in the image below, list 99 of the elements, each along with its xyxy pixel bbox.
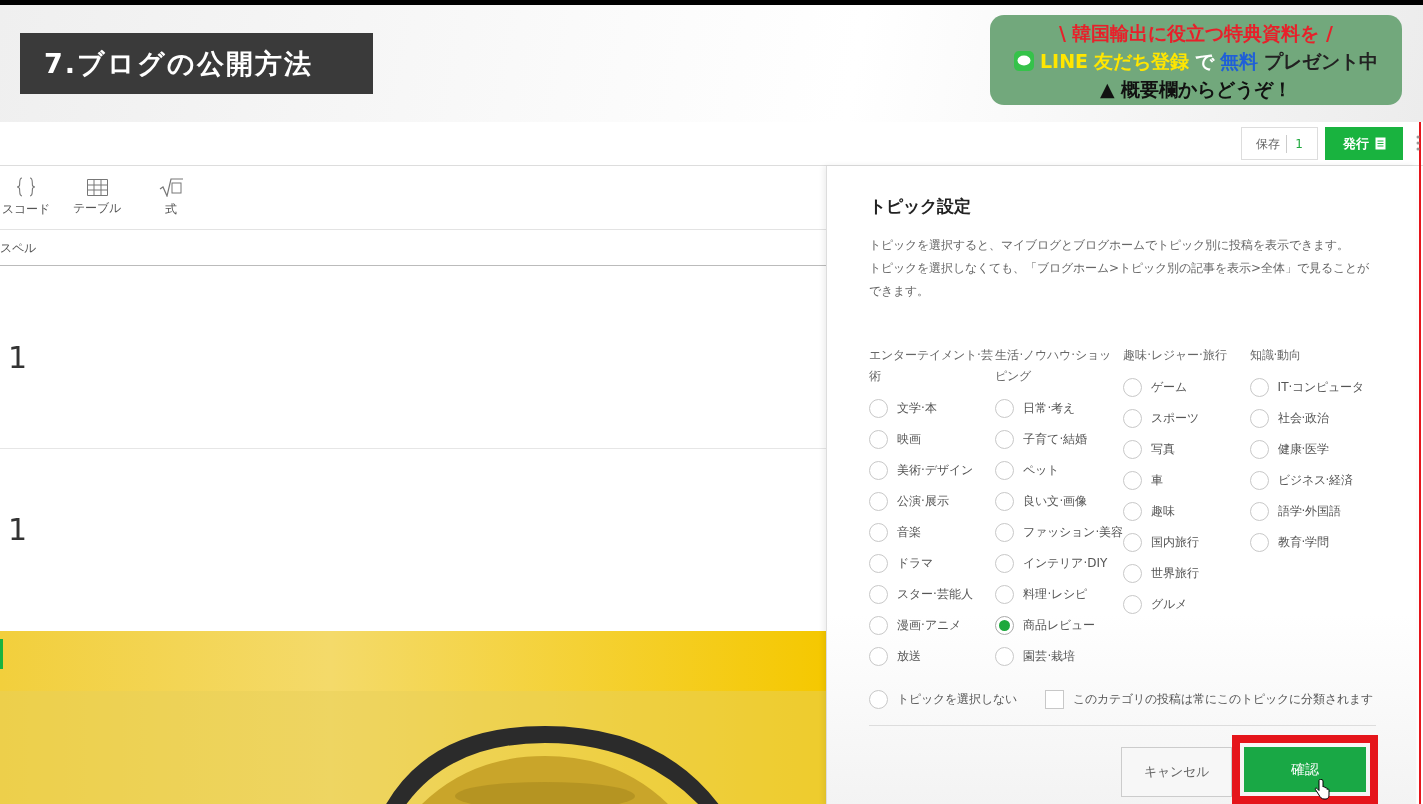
- pointer-cursor-icon: [1314, 779, 1330, 800]
- topic-option[interactable]: 美術·デザイン: [869, 454, 973, 486]
- radio-button[interactable]: [1249, 501, 1269, 521]
- body-text: 1: [8, 510, 28, 549]
- radio-button[interactable]: [1249, 470, 1269, 490]
- topic-option[interactable]: 料理·レシピ: [995, 578, 1088, 610]
- radio-button[interactable]: [1123, 439, 1143, 459]
- radio-button[interactable]: [995, 398, 1015, 418]
- chat-app-icon: [1013, 51, 1034, 71]
- promo-text: プレゼント中: [1264, 49, 1379, 74]
- topic-option[interactable]: 世界旅行: [1123, 557, 1200, 589]
- promo-text: で: [1195, 49, 1215, 74]
- toolbar-tool[interactable]: テーブル: [68, 178, 126, 217]
- topic-option[interactable]: 園芸·栽培: [995, 640, 1076, 672]
- body-text: 1: [8, 338, 28, 377]
- table-icon: [86, 178, 108, 196]
- topic-option[interactable]: 日常·考え: [995, 392, 1076, 424]
- description-text: トピックを選択しなくても、「ブログホーム>トピック別の記事を表示>全体」で見ることができます。: [869, 259, 1371, 300]
- topic-option[interactable]: 商品レビュー: [995, 609, 1096, 641]
- promo-text: 友だち登録: [1094, 49, 1190, 74]
- topic-option[interactable]: ビジネス·経済: [1249, 464, 1354, 496]
- section-title: 7.ブログの公開方法: [20, 33, 373, 94]
- radio-button[interactable]: [869, 491, 888, 511]
- radio-button[interactable]: [995, 491, 1015, 511]
- radio-button[interactable]: [1123, 377, 1143, 397]
- topic-option[interactable]: 社会·政治: [1249, 402, 1330, 434]
- radio-button[interactable]: [995, 646, 1015, 666]
- topic-option[interactable]: ファッション·美容: [995, 516, 1124, 548]
- no-topic-option[interactable]: トピックを選択しない: [869, 689, 1017, 709]
- topic-option[interactable]: 国内旅行: [1123, 526, 1200, 558]
- fixed-topic-option[interactable]: このカテゴリの投稿は常にこのトピックに分類されます: [1045, 689, 1373, 709]
- promo-text: LINE: [1039, 49, 1089, 74]
- radio-button[interactable]: [1249, 532, 1269, 552]
- radio-button[interactable]: [869, 460, 888, 480]
- topic-option[interactable]: 語学·外国語: [1249, 495, 1342, 527]
- radio-button[interactable]: [1249, 408, 1269, 428]
- topic-option[interactable]: ペット: [995, 454, 1060, 486]
- topic-option[interactable]: ゲーム: [1123, 371, 1188, 403]
- radio-button[interactable]: [995, 553, 1015, 573]
- topic-option[interactable]: 映画: [869, 423, 921, 455]
- toolbar-tool[interactable]: 式: [142, 177, 200, 218]
- save-button[interactable]: 保存 1: [1241, 127, 1318, 160]
- cancel-button[interactable]: キャンセル: [1121, 746, 1232, 797]
- promo-text: ▲ 概要欄からどうぞ！: [1099, 77, 1293, 102]
- radio-button[interactable]: [869, 689, 888, 709]
- topic-option[interactable]: 公演·展示: [869, 485, 949, 517]
- topic-option[interactable]: ドラマ: [869, 547, 933, 579]
- promo-text: 無料: [1220, 49, 1259, 74]
- topic-option[interactable]: 漫画·アニメ: [869, 609, 961, 641]
- radio-button[interactable]: [869, 553, 888, 573]
- radio-button[interactable]: [1123, 470, 1143, 490]
- radio-button[interactable]: [869, 522, 888, 542]
- topic-option[interactable]: 子育て·結婚: [995, 423, 1088, 455]
- topic-option[interactable]: 放送: [869, 640, 921, 672]
- topic-option[interactable]: 健康·医学: [1249, 433, 1330, 465]
- braces-icon: [16, 177, 36, 197]
- radio-button[interactable]: [869, 398, 888, 418]
- topic-option[interactable]: スポーツ: [1123, 402, 1200, 434]
- topic-option[interactable]: 車: [1123, 464, 1164, 496]
- more-options-icon[interactable]: [1416, 135, 1420, 151]
- radio-button[interactable]: [869, 615, 888, 635]
- category-heading: 趣味·レジャー·旅行: [1123, 346, 1228, 364]
- radio-button[interactable]: [1123, 501, 1143, 521]
- document-icon: [1374, 137, 1386, 150]
- toolbar-tool[interactable]: スコード: [0, 177, 52, 218]
- radio-button[interactable]: [1123, 594, 1143, 614]
- topic-option[interactable]: 良い文·画像: [995, 485, 1088, 517]
- radio-button[interactable]: [995, 429, 1015, 449]
- square-root-icon: [158, 177, 184, 197]
- radio-button[interactable]: [1123, 563, 1143, 583]
- topic-option[interactable]: IT·コンピュータ: [1249, 371, 1365, 403]
- topic-option[interactable]: 音楽: [869, 516, 921, 548]
- category-heading: エンターテイメント·芸術: [869, 346, 994, 385]
- radio-button[interactable]: [1123, 532, 1143, 552]
- spellcheck-label[interactable]: スペル: [0, 238, 36, 257]
- dialog-title: トピック設定: [869, 195, 972, 218]
- topic-option[interactable]: 文学·本: [869, 392, 937, 424]
- topic-option[interactable]: スター·芸能人: [869, 578, 973, 610]
- radio-button[interactable]: [1249, 439, 1269, 459]
- text-cursor: [0, 639, 3, 669]
- radio-button[interactable]: [995, 615, 1015, 635]
- checkbox[interactable]: [1045, 689, 1064, 709]
- topic-option[interactable]: インテリア·DIY: [995, 547, 1108, 579]
- category-heading: 生活·ノウハウ·ショッピング: [995, 346, 1113, 385]
- radio-button[interactable]: [995, 460, 1015, 480]
- description-text: トピックを選択すると、マイブログとブログホームでトピック別に投稿を表示できます。: [869, 236, 1350, 254]
- radio-button[interactable]: [995, 522, 1015, 542]
- topic-option[interactable]: 写真: [1123, 433, 1176, 465]
- radio-button[interactable]: [1123, 408, 1143, 428]
- topic-option[interactable]: 教育·学問: [1249, 526, 1330, 558]
- topic-option[interactable]: グルメ: [1123, 588, 1188, 620]
- radio-button[interactable]: [869, 584, 888, 604]
- radio-button[interactable]: [1249, 377, 1269, 397]
- category-heading: 知識·動向: [1249, 346, 1303, 364]
- radio-button[interactable]: [869, 646, 888, 666]
- promo-text: \ 韓国輸出に役立つ特典資料を /: [1058, 21, 1334, 46]
- topic-option[interactable]: 趣味: [1123, 495, 1176, 527]
- radio-button[interactable]: [995, 584, 1015, 604]
- radio-button[interactable]: [869, 429, 888, 449]
